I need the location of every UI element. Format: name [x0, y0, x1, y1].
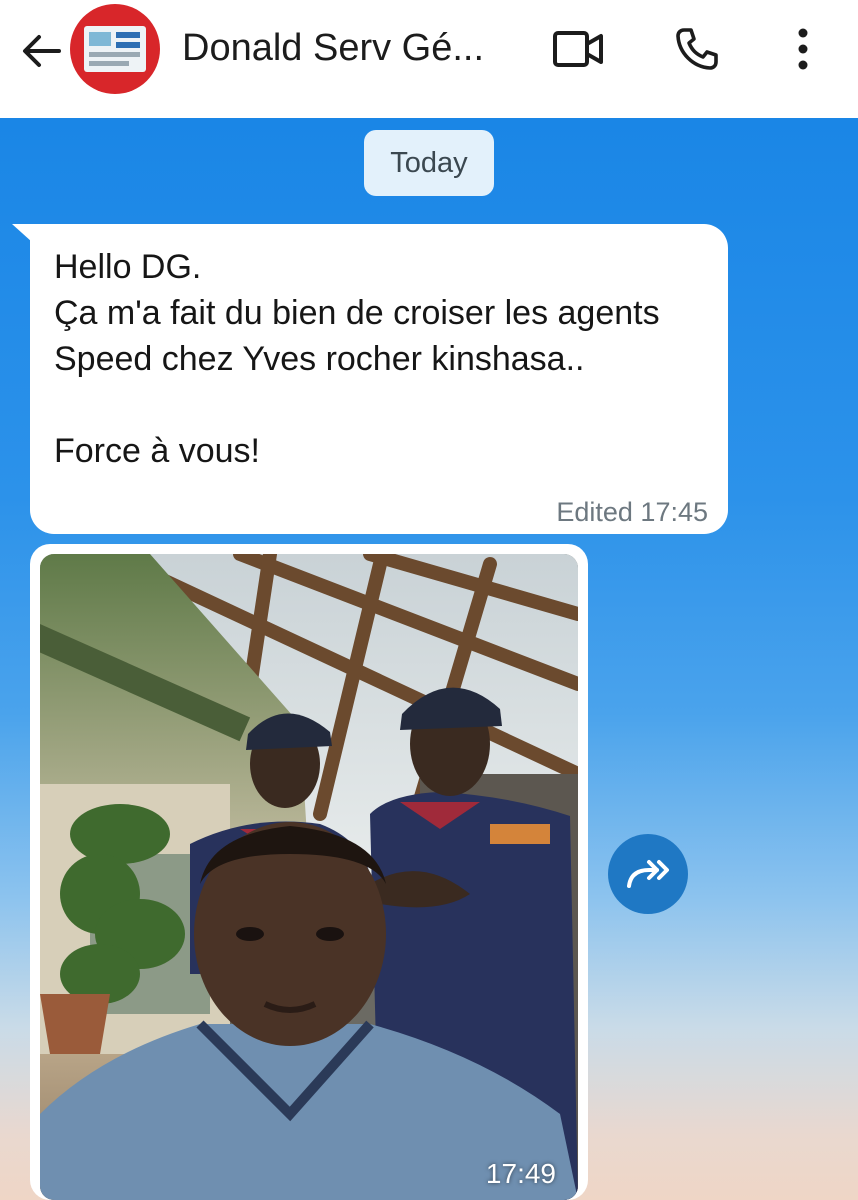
contact-avatar[interactable] — [70, 4, 160, 94]
more-options-button[interactable] — [786, 24, 820, 74]
message-text: Hello DG. Ça m'a fait du bien de croiser… — [54, 248, 660, 470]
contact-name[interactable]: Donald Serv Gé... — [182, 27, 484, 70]
image-timestamp: 17:49 — [485, 1158, 556, 1189]
photo-attachment[interactable]: 17:49 — [40, 554, 578, 1200]
back-button[interactable] — [18, 28, 64, 74]
avatar-image — [84, 26, 146, 72]
arrow-left-icon — [23, 35, 61, 67]
bubble-tail — [12, 224, 32, 242]
phone-icon — [676, 28, 718, 70]
selfie-photo — [40, 554, 578, 1200]
chat-area[interactable]: Today Hello DG. Ça m'a fait du bien de c… — [0, 118, 858, 1200]
incoming-image-message[interactable]: 17:49 — [30, 544, 588, 1200]
chat-header: Donald Serv Gé... — [0, 0, 858, 118]
video-call-button[interactable] — [550, 24, 606, 74]
video-camera-icon — [553, 31, 603, 67]
incoming-text-message[interactable]: Hello DG. Ça m'a fait du bien de croiser… — [30, 224, 728, 534]
voice-call-button[interactable] — [672, 24, 722, 74]
message-timestamp: Edited 17:45 — [556, 497, 708, 527]
more-vertical-icon — [798, 28, 808, 70]
forward-icon — [627, 860, 669, 888]
date-separator: Today — [364, 130, 494, 196]
forward-button[interactable] — [608, 834, 688, 914]
